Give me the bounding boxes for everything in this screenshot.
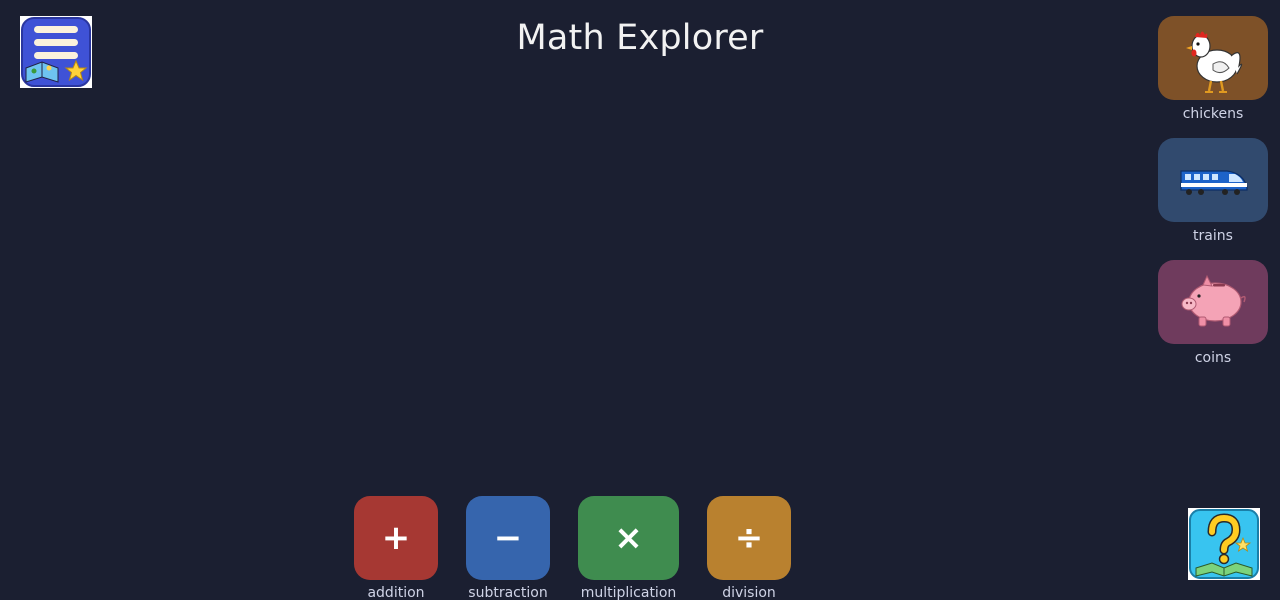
addition-button[interactable]: + addition [354, 496, 438, 600]
app-root: Math Explorer chickens trains coins + ad… [0, 0, 1280, 600]
division-symbol[interactable]: ÷ [707, 496, 791, 580]
theme-label-coins: coins [1194, 350, 1232, 366]
addition-label: addition [367, 585, 425, 600]
subtraction-button[interactable]: − subtraction [466, 496, 550, 600]
addition-symbol[interactable]: + [354, 496, 438, 580]
theme-tile[interactable] [1158, 260, 1268, 344]
theme-chickens-button[interactable]: chickens [1158, 16, 1268, 122]
multiplication-label: multiplication [580, 585, 677, 600]
page-title: Math Explorer [516, 18, 764, 58]
subtraction-label: subtraction [468, 585, 548, 600]
division-button[interactable]: ÷ division [707, 496, 791, 600]
theme-coins-button[interactable]: coins [1158, 260, 1268, 366]
theme-trains-button[interactable]: trains [1158, 138, 1268, 244]
help-question-icon [1189, 509, 1259, 579]
multiplication-symbol[interactable]: × [578, 496, 679, 580]
train-icon [1180, 170, 1248, 195]
theme-tile[interactable] [1158, 138, 1268, 222]
theme-tile[interactable] [1158, 16, 1268, 100]
division-label: division [722, 585, 776, 600]
theme-label-trains: trains [1193, 228, 1233, 244]
theme-label-chickens: chickens [1182, 106, 1244, 122]
subtraction-symbol[interactable]: − [466, 496, 550, 580]
chicken-icon [1186, 31, 1243, 93]
help-button[interactable] [1188, 508, 1260, 580]
piggy-bank-icon [1181, 274, 1246, 327]
multiplication-button[interactable]: × multiplication [578, 496, 679, 600]
